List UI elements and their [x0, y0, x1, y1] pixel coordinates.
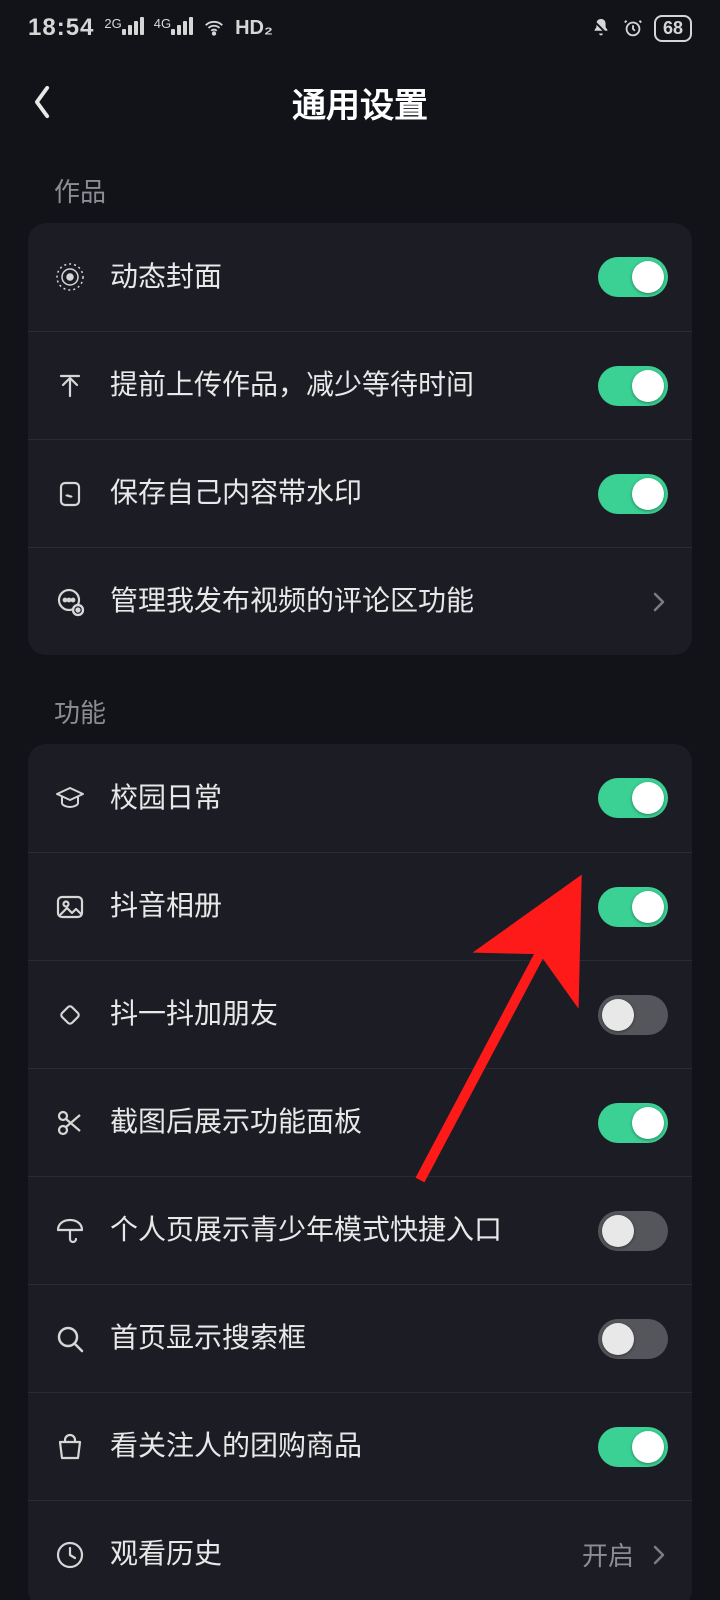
alarm-icon: [622, 17, 644, 39]
status-time: 18:54: [28, 14, 94, 42]
status-left: 18:54 2G 4G HD₂: [28, 14, 273, 42]
header: 通用设置: [0, 56, 720, 148]
section-label-features: 功能: [0, 655, 720, 744]
chevron-left-icon: [31, 84, 53, 120]
row-label: 提前上传作品，减少等待时间: [88, 367, 598, 403]
row-label: 动态封面: [88, 259, 598, 295]
shopping-bag-icon: [52, 1429, 88, 1465]
works-card: 动态封面 提前上传作品，减少等待时间 保存自己内容带水印 管理我发布视频的评论区…: [28, 223, 692, 655]
row-teen-shortcut[interactable]: 个人页展示青少年模式快捷入口: [28, 1176, 692, 1284]
toggle-album[interactable]: [598, 887, 668, 927]
toggle-follow-groupbuy[interactable]: [598, 1427, 668, 1467]
row-album[interactable]: 抖音相册: [28, 852, 692, 960]
upload-icon: [52, 368, 88, 404]
scissors-icon: [52, 1105, 88, 1141]
row-label: 首页显示搜索框: [88, 1320, 598, 1356]
row-pre-upload[interactable]: 提前上传作品，减少等待时间: [28, 331, 692, 439]
toggle-campus[interactable]: [598, 778, 668, 818]
clock-icon: [52, 1537, 88, 1573]
row-comment-mgmt[interactable]: 管理我发布视频的评论区功能: [28, 547, 692, 655]
toggle-home-search[interactable]: [598, 1319, 668, 1359]
mute-icon: [590, 17, 612, 39]
features-card: 校园日常 抖音相册 抖一抖加朋友 截图后展示功能面板 个人页展示青少年模式快捷入…: [28, 744, 692, 1600]
status-bar: 18:54 2G 4G HD₂ 68: [0, 0, 720, 56]
toggle-screenshot-panel[interactable]: [598, 1103, 668, 1143]
image-card-icon: [52, 476, 88, 512]
comment-settings-icon: [52, 584, 88, 620]
battery-indicator: 68: [654, 15, 692, 42]
row-watermark[interactable]: 保存自己内容带水印: [28, 439, 692, 547]
row-dynamic-cover[interactable]: 动态封面: [28, 223, 692, 331]
signal-bars-icon: [122, 17, 144, 35]
row-label: 观看历史: [88, 1536, 582, 1572]
signal-bars-icon: [171, 17, 193, 35]
toggle-pre-upload[interactable]: [598, 366, 668, 406]
toggle-teen-shortcut[interactable]: [598, 1211, 668, 1251]
toggle-dynamic-cover[interactable]: [598, 257, 668, 297]
page-title: 通用设置: [292, 78, 428, 127]
toggle-shake-friends[interactable]: [598, 995, 668, 1035]
row-label: 截图后展示功能面板: [88, 1104, 598, 1140]
back-button[interactable]: [18, 78, 66, 126]
row-label: 保存自己内容带水印: [88, 475, 598, 511]
row-home-search[interactable]: 首页显示搜索框: [28, 1284, 692, 1392]
row-shake-friends[interactable]: 抖一抖加朋友: [28, 960, 692, 1068]
row-campus[interactable]: 校园日常: [28, 744, 692, 852]
toggle-watermark[interactable]: [598, 474, 668, 514]
row-label: 抖音相册: [88, 888, 598, 924]
section-label-works: 作品: [0, 148, 720, 223]
signal-2g: 2G: [104, 17, 143, 40]
wifi-icon: [203, 17, 225, 39]
signal-4g: 4G: [154, 17, 193, 40]
row-label: 看关注人的团购商品: [88, 1428, 598, 1464]
photo-icon: [52, 889, 88, 925]
row-follow-groupbuy[interactable]: 看关注人的团购商品: [28, 1392, 692, 1500]
rotate-icon: [52, 997, 88, 1033]
hd-indicator: HD₂: [235, 17, 273, 40]
row-label: 个人页展示青少年模式快捷入口: [88, 1212, 598, 1248]
row-label: 管理我发布视频的评论区功能: [88, 583, 640, 619]
row-screenshot-panel[interactable]: 截图后展示功能面板: [28, 1068, 692, 1176]
umbrella-icon: [52, 1213, 88, 1249]
row-value: 开启: [582, 1536, 640, 1573]
graduation-cap-icon: [52, 780, 88, 816]
search-icon: [52, 1321, 88, 1357]
row-watch-history[interactable]: 观看历史 开启: [28, 1500, 692, 1600]
row-label: 校园日常: [88, 780, 598, 816]
chevron-right-icon: [650, 588, 668, 616]
chevron-right-icon: [650, 1541, 668, 1569]
target-icon: [52, 259, 88, 295]
status-right: 68: [590, 15, 692, 42]
row-label: 抖一抖加朋友: [88, 996, 598, 1032]
